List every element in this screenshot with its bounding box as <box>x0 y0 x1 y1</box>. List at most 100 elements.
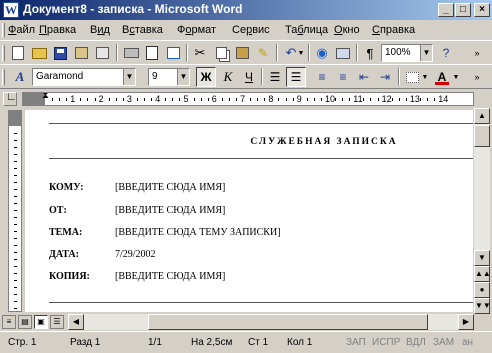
subject-value[interactable]: [ВВЕДИТЕ СЮДА ТЕМУ ЗАПИСКИ] <box>115 227 281 238</box>
align-left-button[interactable]: ☰ <box>265 67 285 87</box>
scroll-right-button[interactable]: ▶ <box>458 314 474 330</box>
help-button[interactable]: ? <box>436 43 456 63</box>
to-value[interactable]: [ВВЕДИТЕ СЮДА ИМЯ] <box>115 182 225 193</box>
web-view-button[interactable]: ▤ <box>18 315 32 329</box>
spelling-button[interactable] <box>163 43 183 63</box>
document-area[interactable]: СЛУЖЕБНАЯ ЗАПИСКА КОМУ: [ВВЕДИТЕ СЮДА ИМ… <box>25 110 473 312</box>
chevron-down-icon[interactable]: ▼ <box>123 69 135 85</box>
scroll-up-button[interactable]: ▲ <box>474 108 490 124</box>
save-button[interactable] <box>50 43 70 63</box>
hyperlink-button[interactable]: ◉ <box>312 43 332 63</box>
horizontal-ruler[interactable]: ⧗ 1 2 3 4 5 6 7 8 9 10 11 12 13 14 <box>22 92 474 106</box>
numbering-button[interactable]: ≡ <box>312 67 332 87</box>
next-page-button[interactable]: ▼▼ <box>474 298 491 314</box>
menu-tools[interactable]: Сервис <box>232 24 270 36</box>
copy-button[interactable] <box>211 43 231 63</box>
vertical-ruler-tick <box>14 280 17 281</box>
scroll-down-button[interactable]: ▼ <box>474 250 490 266</box>
ruler-tick <box>52 98 54 101</box>
word-app-icon[interactable]: W <box>3 2 19 18</box>
from-value[interactable]: [ВВЕДИТЕ СЮДА ИМЯ] <box>115 205 225 216</box>
format-painter-button[interactable]: ✎ <box>253 43 273 63</box>
menu-edit[interactable]: Правка <box>39 24 76 36</box>
vertical-ruler-tick <box>14 140 17 141</box>
undo-dropdown[interactable]: ▼ <box>296 43 306 63</box>
status-page: Стр. 1 <box>8 337 37 348</box>
minimize-button[interactable]: _ <box>438 3 454 17</box>
cut-button[interactable]: ✂ <box>190 43 210 63</box>
maximize-button[interactable]: □ <box>455 3 471 17</box>
close-button[interactable]: × <box>474 3 490 17</box>
vertical-scrollbar[interactable]: ▲ ▼ ▲▲ ● ▼▼ <box>474 108 491 314</box>
status-track-changes[interactable]: ИСПР <box>372 337 400 348</box>
status-record-macro[interactable]: ЗАП <box>346 337 366 348</box>
menu-window[interactable]: Окно <box>334 24 360 36</box>
horizontal-scrollbar[interactable]: ◀ ▶ <box>68 314 474 330</box>
ruler-tick <box>306 98 308 101</box>
bullets-button[interactable]: ≡ <box>333 67 353 87</box>
print-layout-view-button[interactable]: ▣ <box>34 315 48 329</box>
font-color-dropdown[interactable]: ▼ <box>451 67 461 87</box>
permission-button[interactable] <box>71 43 91 63</box>
status-extend[interactable]: ВДЛ <box>406 337 426 348</box>
menu-insert[interactable]: Вставка <box>122 24 163 36</box>
previous-page-button[interactable]: ▲▲ <box>474 266 491 282</box>
scroll-left-button[interactable]: ◀ <box>68 314 84 330</box>
menu-view[interactable]: Вид <box>90 24 110 36</box>
italic-button[interactable]: К <box>218 67 238 87</box>
toolbar-options-button[interactable]: » <box>470 67 484 87</box>
toolbar-options-button[interactable]: » <box>470 43 484 63</box>
decrease-indent-button[interactable]: ⇤ <box>354 67 374 87</box>
document-page[interactable]: СЛУЖЕБНАЯ ЗАПИСКА КОМУ: [ВВЕДИТЕ СЮДА ИМ… <box>25 110 473 312</box>
borders-button[interactable] <box>402 67 422 87</box>
paste-button[interactable] <box>232 43 252 63</box>
vertical-ruler-tick <box>14 231 17 232</box>
chevron-down-icon: ▼ <box>478 253 486 262</box>
borders-dropdown[interactable]: ▼ <box>420 67 430 87</box>
toolbar-grip[interactable] <box>2 69 5 85</box>
copy-value[interactable]: [ВВЕДИТЕ СЮДА ИМЯ] <box>115 271 225 282</box>
email-button[interactable] <box>92 43 112 63</box>
status-overtype[interactable]: ЗАМ <box>433 337 454 348</box>
menu-table[interactable]: Таблица <box>285 24 328 36</box>
print-button[interactable] <box>121 43 141 63</box>
open-button[interactable] <box>29 43 49 63</box>
zoom-select[interactable]: 100% ▼ <box>381 44 433 62</box>
normal-view-button[interactable]: ≡ <box>2 315 16 329</box>
bold-button[interactable]: Ж <box>196 67 216 87</box>
toolbar-separator <box>186 44 188 61</box>
font-size-select[interactable]: 9 ▼ <box>148 68 190 86</box>
print-preview-button[interactable] <box>142 43 162 63</box>
date-value[interactable]: 7/29/2002 <box>115 249 156 260</box>
menu-help[interactable]: Справка <box>372 24 415 36</box>
outline-view-button[interactable]: ☰ <box>50 315 64 329</box>
ruler-tick <box>108 98 110 101</box>
show-hide-button[interactable]: ¶ <box>360 43 380 63</box>
menubar-grip[interactable] <box>2 23 5 37</box>
indent-marker-icon[interactable]: ⧗ <box>42 93 49 101</box>
menu-file[interactable]: Файл <box>8 24 35 36</box>
vertical-ruler-tick <box>14 217 17 218</box>
font-name-value: Garamond <box>36 71 84 82</box>
new-document-button[interactable] <box>8 43 28 63</box>
styles-pane-button[interactable]: A <box>10 67 30 87</box>
font-color-button[interactable]: A <box>432 67 452 87</box>
vertical-ruler[interactable] <box>8 110 22 312</box>
menu-table-label: Таблица <box>285 24 329 36</box>
font-name-select[interactable]: Garamond ▼ <box>32 68 136 86</box>
numbered-list-icon: ≡ <box>318 70 326 84</box>
tab-selector[interactable]: ∟ <box>3 91 17 106</box>
menu-format[interactable]: Формат <box>177 24 216 36</box>
align-center-button[interactable]: ☰ <box>286 67 306 87</box>
chevron-down-icon[interactable]: ▼ <box>420 45 432 61</box>
ruler-number: 5 <box>183 94 189 104</box>
browse-object-button[interactable]: ● <box>474 282 490 298</box>
tables-borders-button[interactable] <box>333 43 353 63</box>
chevron-down-icon[interactable]: ▼ <box>177 69 189 85</box>
toolbar-grip[interactable] <box>2 45 5 61</box>
underline-button[interactable]: Ч <box>239 67 259 87</box>
increase-indent-button[interactable]: ⇥ <box>375 67 395 87</box>
ruler-tick <box>228 98 230 101</box>
vertical-scroll-thumb[interactable] <box>474 125 490 147</box>
horizontal-scroll-thumb[interactable] <box>148 314 428 330</box>
